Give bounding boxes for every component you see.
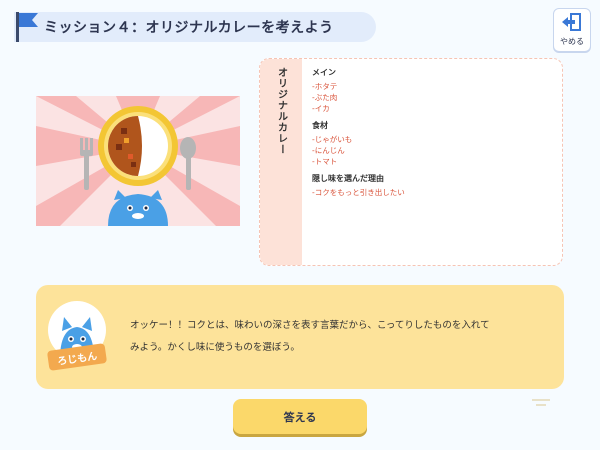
character-name: ろじもん — [56, 350, 98, 368]
curry-illustration — [36, 96, 240, 226]
list-item: -じゃがいも — [312, 135, 353, 144]
speech-line-2: みよう。かくし味に使うものを選ぼう。 — [130, 342, 300, 353]
recipe-side-panel: オリジナルカレー — [260, 59, 302, 265]
speech-text: オッケー！！コクとは、味わいの深さを表す言葉だから、こってりしたものを入れて み… — [130, 315, 550, 359]
list-item: -イカ — [312, 104, 330, 113]
list-item: -ホタテ — [312, 82, 338, 91]
answer-label: 答える — [283, 411, 317, 424]
speech-line-1: オッケー！！コクとは、味わいの深さを表す言葉だから、こってりしたものを入れて — [130, 320, 490, 331]
recipe-body: メイン -ホタテ -ぶた肉 -イカ 食材 -じゃがいも -にんじん -トマト 隠… — [312, 67, 554, 204]
curry-plate-icon — [98, 106, 178, 186]
mission-title: ミッション４：オリジナルカレーを考えよう — [44, 20, 334, 36]
section-heading: メイン — [312, 68, 336, 77]
recipe-name: オリジナルカレー — [275, 67, 287, 155]
recipe-section-main: メイン -ホタテ -ぶた肉 -イカ — [312, 67, 554, 114]
list-item: -トマト — [312, 157, 338, 166]
quit-label: やめる — [560, 37, 584, 46]
recipe-section-ingredients: 食材 -じゃがいも -にんじん -トマト — [312, 120, 554, 167]
exit-door-icon — [562, 13, 581, 31]
flag-icon — [16, 12, 38, 42]
mission-header: ミッション４：オリジナルカレーを考えよう — [14, 12, 376, 42]
character-icon — [108, 190, 168, 226]
list-item: -コクをもっと引き出したい — [312, 188, 405, 197]
list-item: -にんじん — [312, 146, 345, 155]
section-heading: 隠し味を選んだ理由 — [312, 174, 384, 183]
decorative-lines-icon — [532, 399, 550, 406]
answer-button[interactable]: 答える — [233, 399, 367, 434]
recipe-section-reason: 隠し味を選んだ理由 -コクをもっと引き出したい — [312, 173, 554, 198]
recipe-card: オリジナルカレー メイン -ホタテ -ぶた肉 -イカ 食材 -じゃがいも -にん… — [259, 58, 563, 266]
speech-panel: ろじもん オッケー！！コクとは、味わいの深さを表す言葉だから、こってりしたものを… — [36, 285, 564, 389]
list-item: -ぶた肉 — [312, 93, 338, 102]
quit-button[interactable]: やめる — [553, 8, 591, 52]
section-heading: 食材 — [312, 121, 328, 130]
